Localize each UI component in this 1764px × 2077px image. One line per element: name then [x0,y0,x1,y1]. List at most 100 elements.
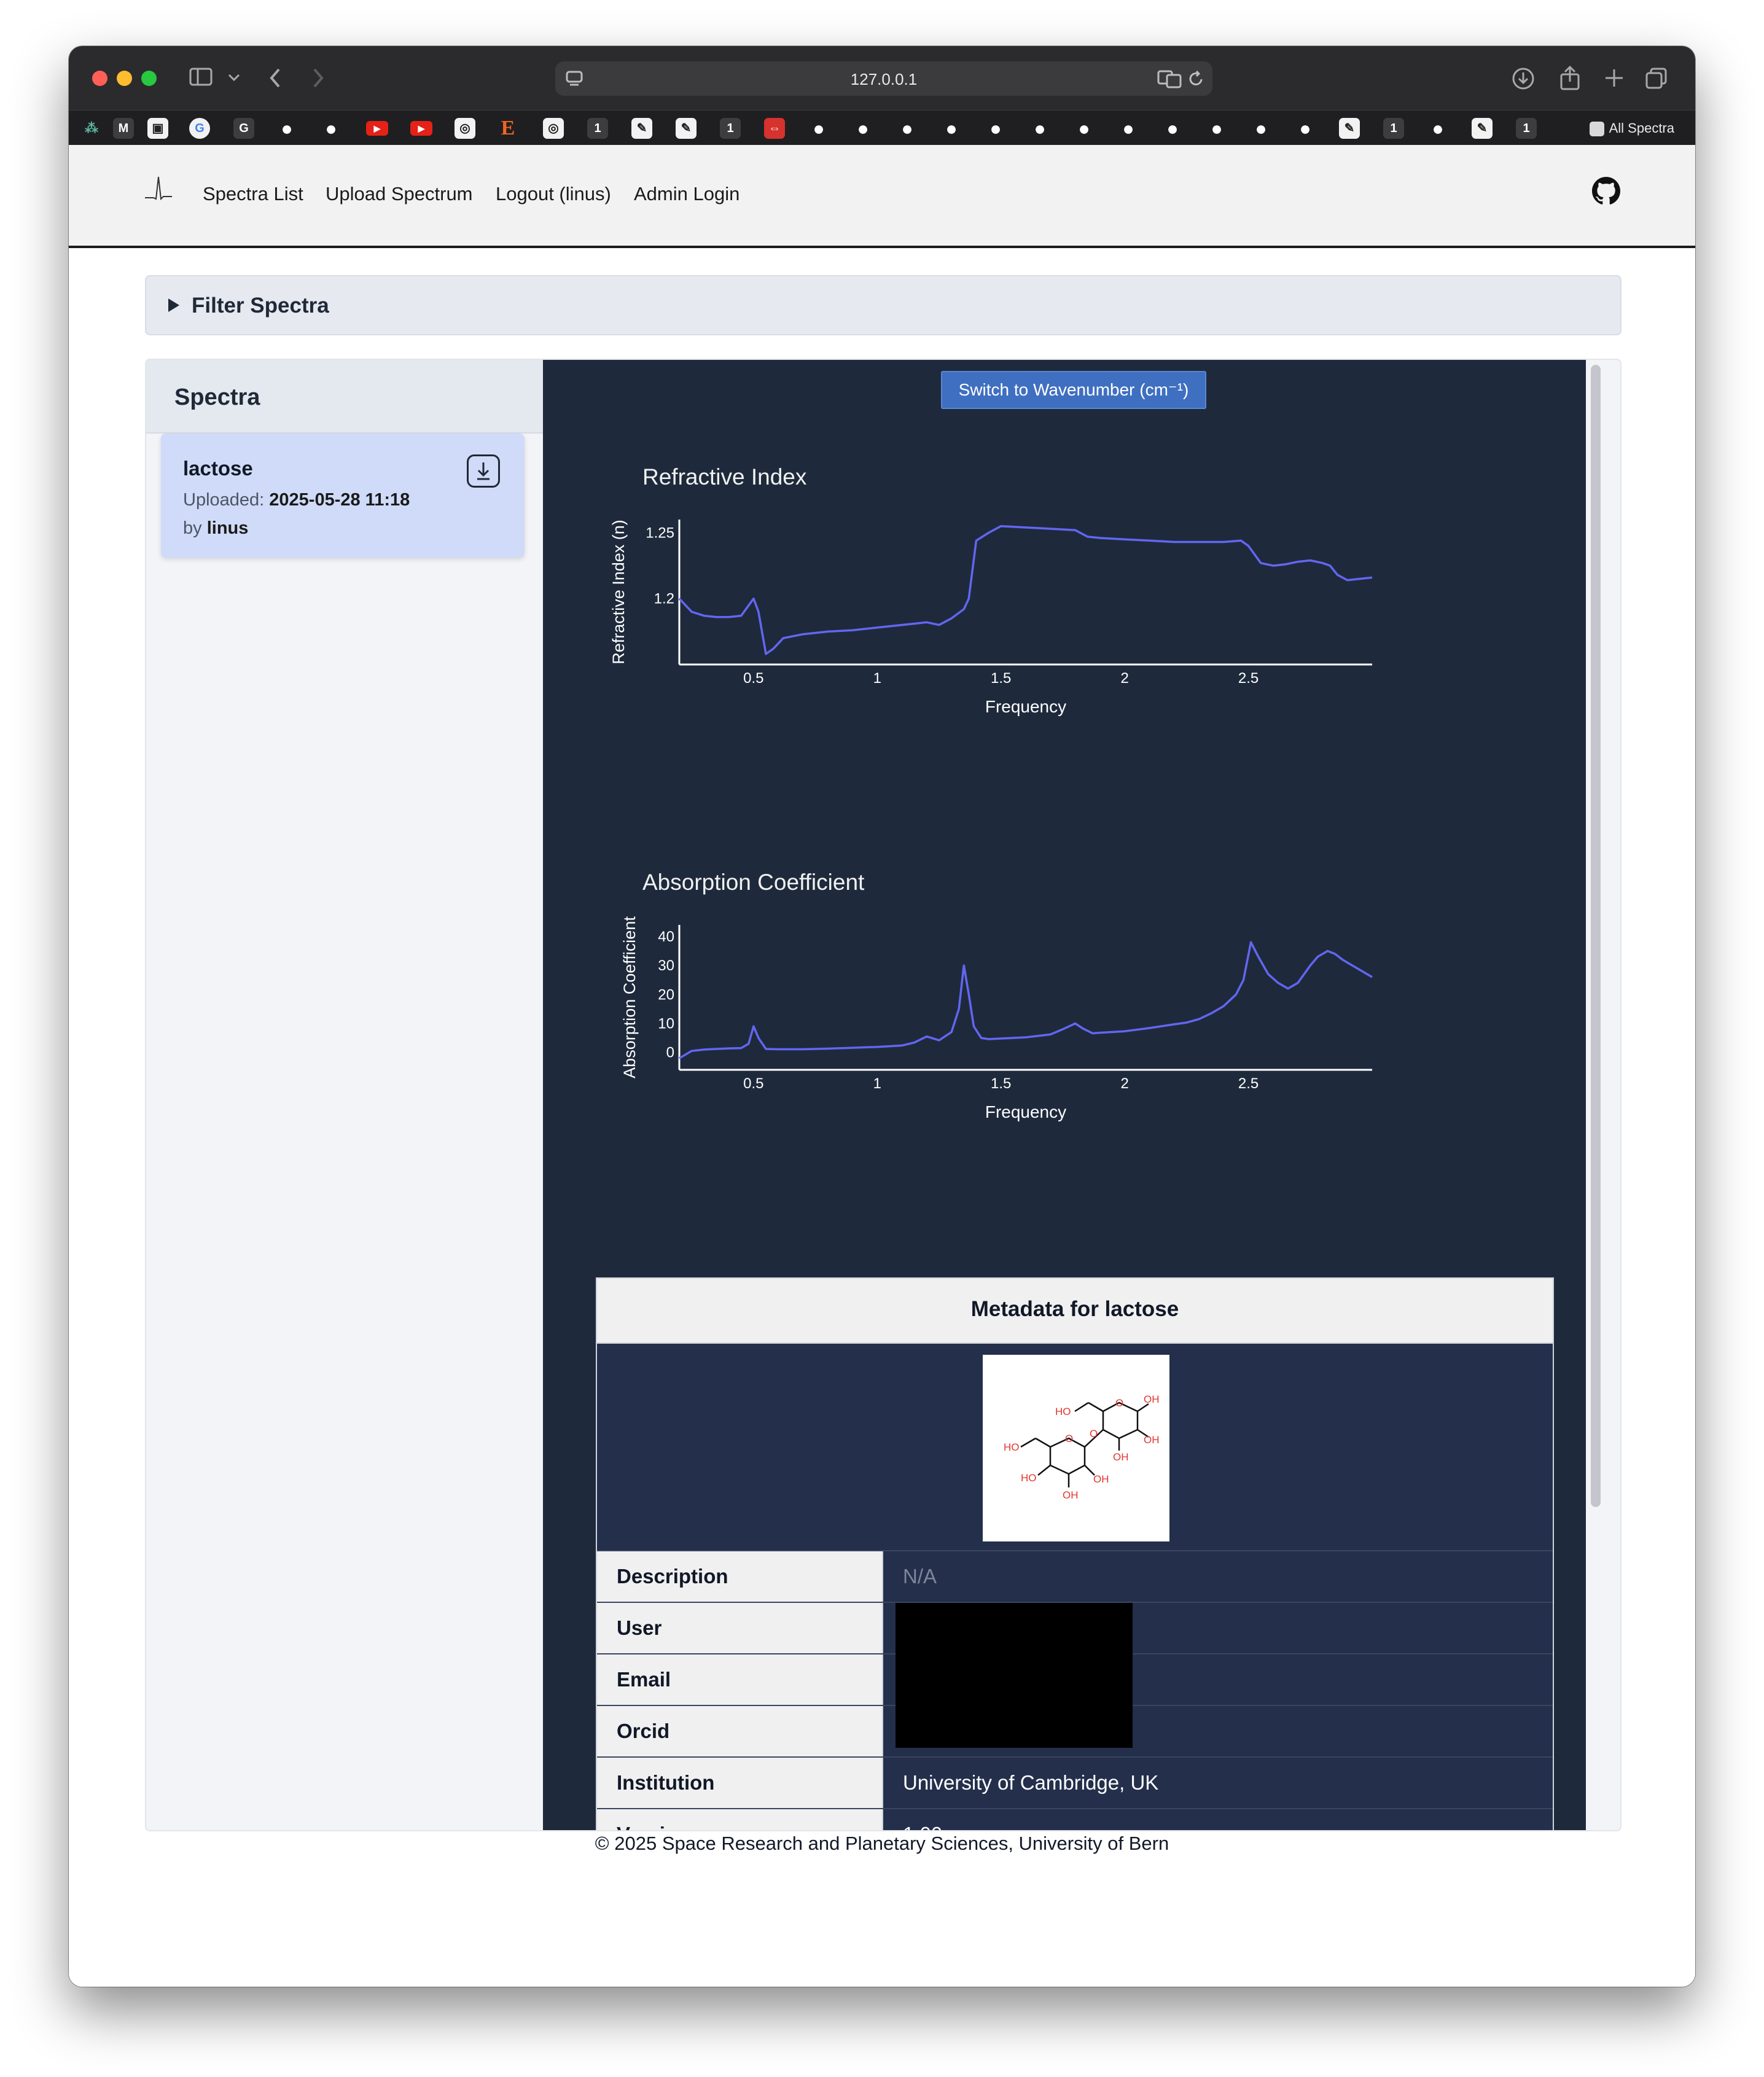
translate-icon[interactable] [1157,69,1182,88]
metadata-row-version: Version 1.00 [597,1808,1553,1830]
forward-arrow-icon[interactable] [310,67,327,89]
download-button[interactable] [467,454,500,488]
bookmark-github-icon[interactable]: ● [321,118,341,139]
minimize-window-button[interactable] [117,71,132,86]
share-icon[interactable] [1559,64,1581,92]
address-bar[interactable]: 127.0.0.1 [555,61,1212,96]
svg-text:O: O [1065,1433,1073,1444]
site-navbar: Spectra List Upload Spectrum Logout (lin… [69,145,1695,248]
bookmark-github-icon[interactable]: ● [1162,118,1183,139]
nav-spectra-list[interactable]: Spectra List [203,183,303,205]
bookmark-github-icon[interactable]: ● [1206,118,1227,139]
bookmark-github-icon[interactable]: ● [941,118,962,139]
bookmark-google-icon[interactable]: G [189,118,210,139]
bookmark-switch-icon[interactable]: ⇔ [764,118,785,139]
bookmark-github-icon[interactable]: ● [1427,118,1448,139]
bookmark-github-icon[interactable]: ● [1074,118,1095,139]
bookmark-badge-icon[interactable]: 1 [720,118,741,139]
bookmark-github-icon[interactable]: ● [853,118,873,139]
bookmark-note-icon[interactable]: ✎ [676,118,697,139]
sidebar-toggle-icon[interactable] [189,67,214,88]
y-tick-label: 1.2 [654,591,674,607]
series-line [679,941,1373,1059]
bookmark-github-icon[interactable]: ● [897,118,918,139]
bookmark-github-icon[interactable]: ● [1295,118,1316,139]
x-tick-label: 2 [1120,670,1128,687]
bookmark-favicon-icon[interactable]: ⁂ [81,118,102,139]
svg-text:HO: HO [1021,1472,1037,1484]
spectrum-list-item[interactable]: lactose Uploaded: 2025-05-28 11:18 by li… [161,434,525,558]
absorption-coefficient-chart[interactable]: 0.5 1 1.5 2 2.5 0 10 20 30 40 Frequency Absorption … [592,906,1403,1164]
refractive-index-chart[interactable]: 0.5 1 1.5 2 2.5 1.2 1.25 Frequency Refractive In… [592,501,1403,759]
x-tick-label: 1 [873,670,881,687]
content-scrollbar[interactable] [1586,360,1604,1830]
github-icon[interactable] [1592,177,1620,205]
lactose-structure-drawing: HO HO HO OH OH OH OH OH O O O [1004,1393,1160,1501]
x-tick-label: 1.5 [991,1075,1011,1092]
new-tab-icon[interactable] [1604,68,1624,88]
zoom-window-button[interactable] [141,71,157,86]
x-tick-label: 2 [1120,1075,1128,1092]
y-tick-label: 1.25 [646,524,674,541]
reload-icon[interactable] [1187,70,1205,88]
bookmark-etsy-icon[interactable]: E [498,118,518,139]
x-axis-label: Frequency [985,1102,1066,1121]
bookmark-youtube-icon[interactable]: ▶ [366,121,388,136]
switch-to-wavenumber-button[interactable]: Switch to Wavenumber (cm⁻¹) [941,371,1206,409]
bookmark-badge-icon[interactable]: 1 [1383,118,1404,139]
bookmark-all-spectra[interactable]: All Spectra [1589,120,1674,137]
y-tick-label: 20 [658,986,674,1003]
url-text: 127.0.0.1 [850,70,918,88]
bookmark-site-icon[interactable]: ◎ [543,118,564,139]
bookmark-g-icon[interactable]: G [233,118,254,139]
nav-logout[interactable]: Logout (linus) [496,183,611,205]
x-tick-label: 1 [873,1075,881,1092]
close-window-button[interactable] [92,71,107,86]
web-page: Spectra List Upload Spectrum Logout (lin… [69,145,1695,1987]
bookmark-youtube-icon[interactable]: ▶ [410,121,432,136]
bookmark-badge-icon[interactable]: 1 [587,118,608,139]
x-tick-label: 2.5 [1238,670,1259,687]
bookmark-note-icon[interactable]: ✎ [631,118,652,139]
filter-spectra-label: Filter Spectra [192,294,329,318]
nav-upload-spectrum[interactable]: Upload Spectrum [326,183,473,205]
metadata-key: User [597,1603,883,1654]
spectrum-content: Switch to Wavenumber (cm⁻¹) Refractive I… [543,360,1604,1830]
x-tick-label: 1.5 [991,670,1011,687]
chevron-down-icon[interactable] [227,73,241,83]
bookmark-note-icon[interactable]: ✎ [1472,118,1493,139]
y-tick-label: 10 [658,1015,674,1032]
svg-text:HO: HO [1055,1406,1071,1417]
metadata-row-institution: Institution University of Cambridge, UK [597,1756,1553,1809]
svg-text:OH: OH [1063,1489,1079,1501]
scrollbar-thumb[interactable] [1591,365,1601,1507]
bookmark-github-icon[interactable]: ● [1118,118,1139,139]
tab-overview-icon[interactable] [1645,67,1668,90]
bookmark-github-icon[interactable]: ● [985,118,1006,139]
x-axis-label: Frequency [985,697,1066,716]
refractive-index-title: Refractive Index [642,464,807,489]
nav-admin-login[interactable]: Admin Login [634,183,740,205]
metadata-header: Metadata for lactose [597,1279,1553,1344]
bookmark-app-icon[interactable]: ▣ [147,118,168,139]
bookmark-note-icon[interactable]: ✎ [1339,118,1360,139]
metadata-key: Email [597,1654,883,1706]
back-arrow-icon[interactable] [267,67,284,89]
bookmark-github-icon[interactable]: ● [1251,118,1271,139]
metadata-key: Version [597,1809,883,1830]
bookmark-gmail-icon[interactable]: M [113,118,134,139]
bookmark-github-icon[interactable]: ● [808,118,829,139]
bookmark-github-icon[interactable]: ● [276,118,297,139]
y-tick-label: 40 [658,929,674,945]
filter-spectra-toggle[interactable]: Filter Spectra [145,275,1622,335]
main-panel: Spectra lactose Uploaded: 2025-05-28 11:… [145,359,1622,1831]
downloads-icon[interactable] [1511,66,1536,91]
svg-text:OH: OH [1144,1434,1160,1446]
browser-window: 127.0.0.1 ⁂ M ▣ G G ● ● ▶ ▶ ◎ E ◎ 1 ✎ ✎ … [69,46,1695,1987]
spectrum-logo-icon[interactable] [144,174,173,204]
bookmark-github-icon[interactable]: ● [1029,118,1050,139]
metadata-value: University of Cambridge, UK [903,1771,1159,1794]
browser-titlebar: 127.0.0.1 [69,46,1695,110]
bookmark-badge-icon[interactable]: 1 [1516,118,1537,139]
bookmark-site-icon[interactable]: ◎ [455,118,475,139]
